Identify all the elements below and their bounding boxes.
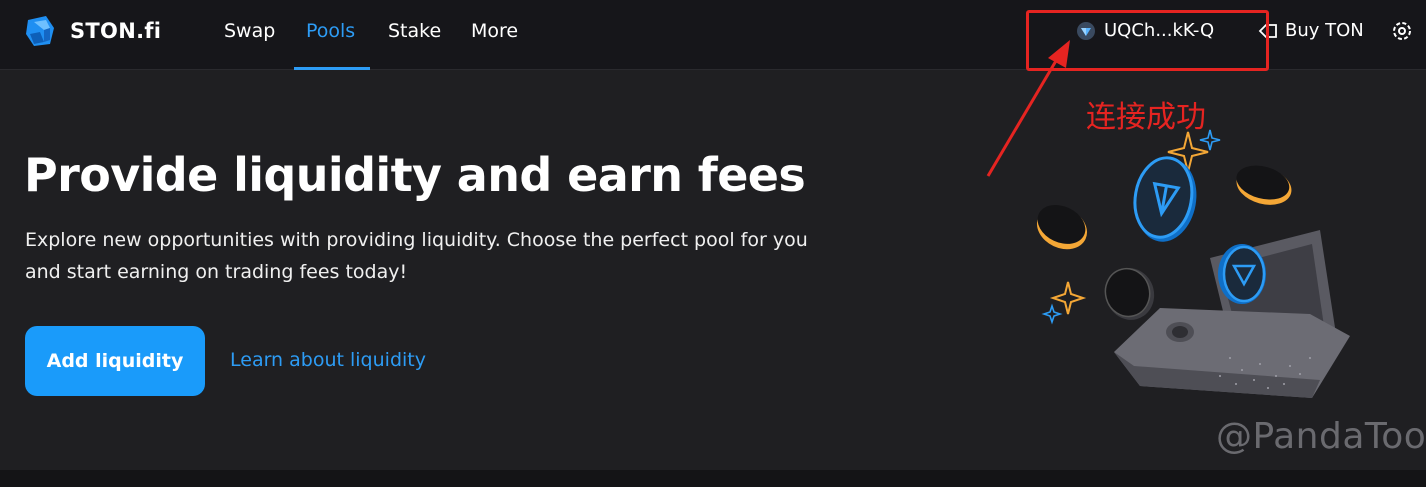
footer-band: [0, 470, 1426, 487]
wallet-coins-illustration: [1036, 129, 1350, 398]
brand-logo[interactable]: STON.fi: [24, 14, 161, 48]
buy-ton-button[interactable]: Buy TON: [1258, 20, 1364, 41]
watermark-text: @PandaTool: [1216, 416, 1426, 457]
nav-pools[interactable]: Pools: [306, 20, 355, 42]
learn-about-liquidity-link[interactable]: Learn about liquidity: [230, 349, 426, 371]
nav-stake[interactable]: Stake: [388, 20, 441, 42]
ston-logo-icon: [26, 16, 54, 46]
nav-swap[interactable]: Swap: [224, 20, 275, 42]
nav-more[interactable]: More: [471, 20, 518, 42]
add-liquidity-button[interactable]: Add liquidity: [25, 326, 205, 396]
buy-ton-label: Buy TON: [1285, 20, 1364, 41]
active-nav-indicator: [294, 67, 370, 70]
hero-title: Provide liquidity and earn fees: [24, 148, 806, 202]
hero-description: Explore new opportunities with providing…: [25, 229, 808, 283]
gear-icon[interactable]: [1390, 19, 1414, 43]
brand-name: STON.fi: [70, 19, 162, 43]
